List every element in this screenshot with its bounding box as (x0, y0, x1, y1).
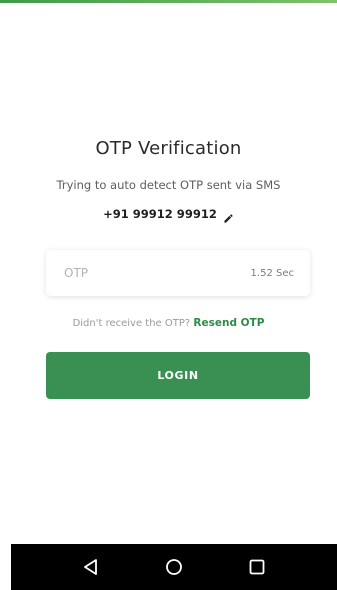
resend-row: Didn't receive the OTP? Resend OTP (0, 317, 337, 329)
home-circle-icon[interactable] (159, 552, 189, 582)
otp-verification-screen: OTP Verification Trying to auto detect O… (0, 0, 337, 590)
recents-square-icon[interactable] (242, 552, 272, 582)
login-button[interactable]: LOGIN (46, 352, 310, 399)
resend-prompt: Didn't receive the OTP? (72, 318, 191, 329)
top-accent-bar (0, 0, 337, 3)
page-title: OTP Verification (95, 138, 242, 159)
otp-timer: 1.52 Sec (250, 267, 294, 279)
phone-number: +91 99912 99912 (103, 207, 217, 221)
phone-row: +91 99912 99912 (0, 207, 337, 223)
page-subtitle: Trying to auto detect OTP sent via SMS (56, 178, 281, 192)
otp-input[interactable] (64, 266, 204, 280)
otp-field-container: 1.52 Sec (46, 250, 310, 296)
android-nav-bar (11, 544, 337, 590)
resend-otp-link[interactable]: Resend OTP (193, 317, 264, 329)
pencil-icon[interactable] (223, 209, 234, 223)
back-triangle-icon[interactable] (76, 552, 106, 582)
